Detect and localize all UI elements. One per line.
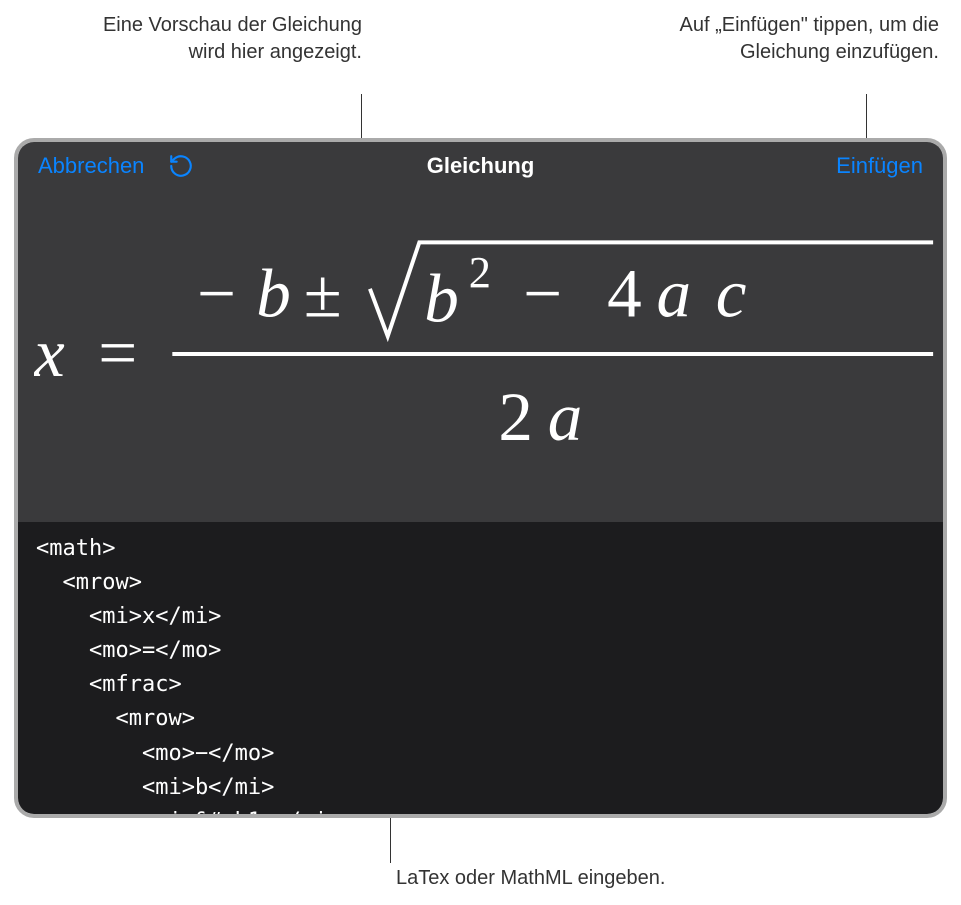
svg-text:4: 4 [607,254,642,331]
undo-icon[interactable] [168,153,194,179]
svg-text:2: 2 [498,378,533,455]
editor-header: Abbrechen Gleichung Einfügen [18,142,943,190]
svg-text:−: − [197,254,236,331]
svg-text:b: b [256,254,291,331]
callout-insert: Auf „Einfügen" tippen, um die Gleichung … [639,12,939,66]
callout-preview: Eine Vorschau der Gleichung wird hier an… [72,12,362,66]
svg-text:−: − [523,254,562,331]
editor-title: Gleichung [427,153,535,179]
insert-button[interactable]: Einfügen [836,153,923,179]
svg-text:2: 2 [469,247,491,297]
svg-text:a: a [548,378,583,455]
svg-text:b: b [424,259,459,336]
svg-text:±: ± [304,254,342,331]
equation-editor: Abbrechen Gleichung Einfügen x = − b ± b… [14,138,947,818]
callout-input: LaTex oder MathML eingeben. [396,867,796,890]
equation-preview: x = − b ± b 2 − 4 a c 2 a [18,190,943,522]
svg-text:x: x [34,314,65,391]
equation-formula: x = − b ± b 2 − 4 a c 2 a [34,226,943,486]
cancel-button[interactable]: Abbrechen [38,153,144,179]
svg-text:c: c [716,254,747,331]
svg-text:a: a [656,254,691,331]
svg-text:=: = [98,314,137,391]
code-input[interactable]: <math> <mrow> <mi>x</mi> <mo>=</mo> <mfr… [18,522,943,814]
callout-line-input [390,817,391,863]
